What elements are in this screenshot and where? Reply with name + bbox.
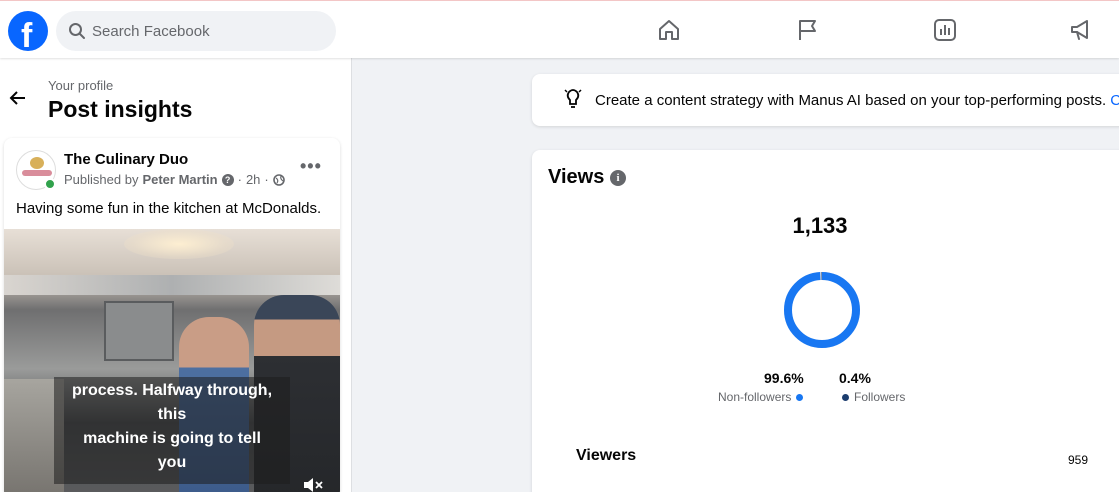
non-followers-percent: 99.6% — [764, 370, 804, 386]
search-box[interactable] — [56, 11, 336, 51]
lightbulb-sparkle-icon — [564, 89, 582, 108]
donut-segment-non-followers — [784, 272, 860, 348]
views-title: Views — [548, 166, 605, 188]
banner-message: Create a content strategy with Manus AI … — [595, 92, 1107, 109]
facebook-logo-letter: f — [21, 17, 33, 51]
back-arrow-icon[interactable] — [8, 88, 28, 108]
more-options-icon[interactable]: ••• — [300, 156, 322, 177]
caption-line: machine is going to tell — [83, 430, 261, 447]
video-scene-machine — [104, 301, 174, 361]
search-icon — [69, 23, 85, 39]
online-status-dot — [44, 178, 56, 190]
post-card: The Culinary Duo Published by Peter Mart… — [4, 138, 340, 492]
views-donut-chart — [784, 272, 860, 348]
avatar[interactable] — [16, 150, 56, 190]
home-icon[interactable] — [656, 17, 682, 43]
meta-separator-2: · — [264, 172, 269, 187]
avatar-logo-mark — [30, 157, 44, 169]
followers-percent: 0.4% — [839, 370, 871, 386]
video-scene-hood — [4, 275, 340, 295]
megaphone-icon[interactable] — [1068, 17, 1094, 43]
caption-line: you — [157, 454, 187, 471]
search-input[interactable] — [92, 11, 322, 51]
followers-legend: Followers — [842, 390, 905, 404]
insights-icon[interactable] — [932, 17, 958, 43]
viewers-label: Viewers — [576, 447, 637, 464]
published-prefix: Published by — [64, 172, 139, 187]
mute-icon[interactable] — [302, 476, 324, 492]
post-video[interactable]: process. Halfway through, this machine i… — [4, 229, 340, 492]
avatar-logo-script — [22, 170, 52, 176]
globe-icon — [272, 173, 285, 186]
followers-dot — [842, 393, 849, 401]
banner-link[interactable]: C — [1110, 92, 1119, 109]
video-caption: process. Halfway through, this machine i… — [54, 377, 290, 484]
meta-separator: · — [237, 172, 242, 187]
info-icon[interactable]: i — [610, 170, 626, 186]
page-title: Post insights — [48, 96, 193, 122]
published-by-name[interactable]: Peter Martin — [142, 172, 217, 187]
video-scene-light — [124, 229, 234, 259]
caption-line: this — [157, 406, 187, 423]
caption-line: process. Halfway through, — [71, 382, 273, 399]
post-time[interactable]: 2h — [246, 172, 260, 187]
flag-icon[interactable] — [795, 17, 821, 43]
non-followers-label: Non-followers — [718, 390, 792, 404]
post-text: Having some fun in the kitchen at McDona… — [16, 200, 322, 217]
followers-label: Followers — [854, 390, 906, 404]
banner-text: Create a content strategy with Manus AI … — [595, 92, 1119, 109]
help-icon[interactable]: ? — [221, 173, 234, 186]
left-panel: Your profile Post insights The Culinary … — [0, 58, 352, 492]
top-navigation-bar: f — [0, 0, 1119, 58]
non-followers-legend: Non-followers — [718, 390, 804, 404]
post-author-name[interactable]: The Culinary Duo — [64, 151, 188, 168]
facebook-logo[interactable]: f — [8, 11, 48, 51]
viewers-value: 959 — [1068, 453, 1089, 467]
ai-strategy-banner[interactable]: Create a content strategy with Manus AI … — [532, 74, 1119, 126]
views-card: Views i 1,133 99.6% 0.4% Non-followers F… — [532, 150, 1119, 492]
views-total: 1,133 — [792, 213, 848, 238]
post-meta: Published by Peter Martin ? · 2h · — [64, 172, 285, 187]
non-followers-dot — [796, 393, 804, 401]
breadcrumb[interactable]: Your profile — [48, 78, 113, 93]
